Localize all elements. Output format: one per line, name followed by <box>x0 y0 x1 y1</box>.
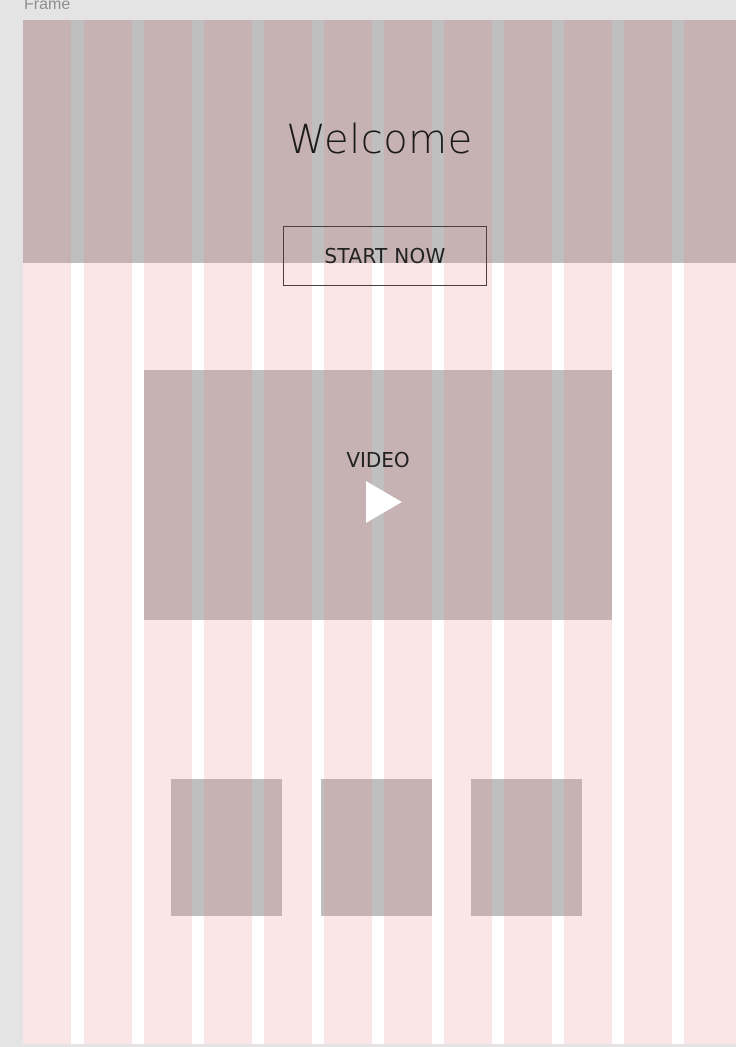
thumbnail-placeholder-1 <box>171 779 282 916</box>
thumbnail-placeholder-3 <box>471 779 582 916</box>
video-label: VIDEO <box>346 448 410 472</box>
frame-label[interactable]: Frame <box>24 0 70 14</box>
start-now-button[interactable]: START NOW <box>283 226 487 286</box>
play-icon[interactable] <box>366 481 402 523</box>
welcome-heading: Welcome <box>286 117 473 163</box>
thumbnail-placeholder-2 <box>321 779 432 916</box>
frame: Welcome START NOW VIDEO <box>23 20 736 1044</box>
